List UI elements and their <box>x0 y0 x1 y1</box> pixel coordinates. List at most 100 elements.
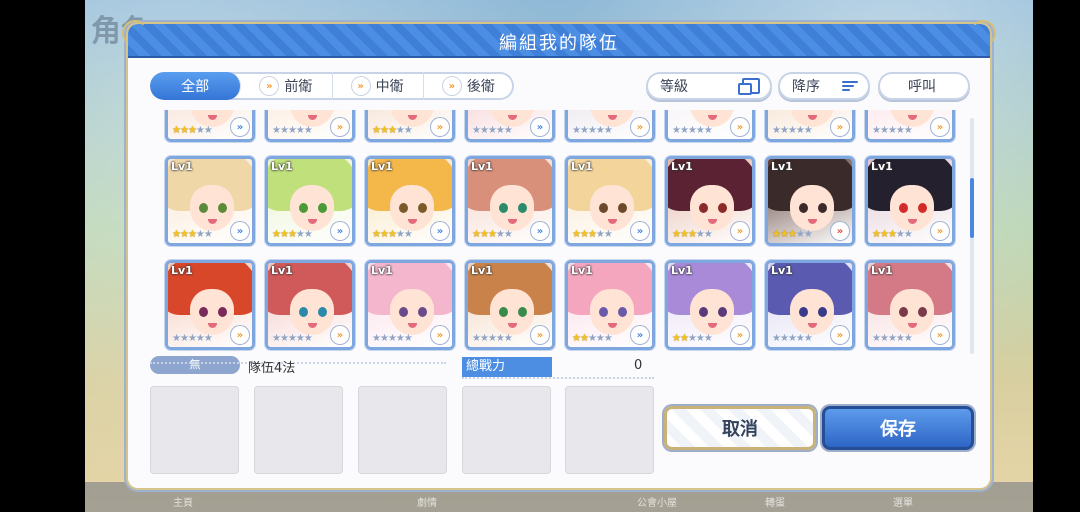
level-label: Lv1 <box>471 264 493 277</box>
portrait-eye <box>399 203 408 213</box>
position-chevron-icon: » <box>431 326 449 344</box>
background-nav-label: 主頁 <box>173 498 193 509</box>
character-card[interactable]: Lv1 ★★★★★ » <box>165 156 255 246</box>
level-label: Lv1 <box>671 160 693 173</box>
team-type-badge: 無 <box>150 356 240 374</box>
star-rating: ★★★★★ <box>472 333 513 344</box>
position-chevron-icon: » <box>931 222 949 240</box>
position-chevron-icon: » <box>731 326 749 344</box>
star-rating: ★★★★★ <box>372 333 413 344</box>
character-card[interactable]: ★★★★★ » <box>165 110 255 142</box>
level-label: Lv1 <box>171 264 193 277</box>
portrait-eye <box>299 307 308 317</box>
tab-back[interactable]: » 後衛 <box>424 72 514 100</box>
portrait-eye <box>699 307 708 317</box>
level-label: Lv1 <box>171 160 193 173</box>
star-rating: ★★★★★ <box>472 229 513 240</box>
sort-order-button[interactable]: 降序 <box>778 72 870 100</box>
character-card[interactable]: ★★★★★ » <box>665 110 755 142</box>
character-card[interactable]: Lv1 ★★★★★ » <box>765 260 855 350</box>
character-card[interactable]: Lv1 ★★★★★ » <box>665 156 755 246</box>
level-label: Lv1 <box>271 160 293 173</box>
portrait-face <box>390 185 434 231</box>
level-label: Lv1 <box>671 264 693 277</box>
portrait-eye <box>599 203 608 213</box>
star-rating: ★★★★★ <box>872 125 913 136</box>
position-chevron-icon: » <box>631 118 649 136</box>
tab-middle[interactable]: » 中衛 <box>333 72 424 100</box>
position-chevron-icon: » <box>531 118 549 136</box>
cancel-button[interactable]: 取消 <box>664 406 816 450</box>
character-card[interactable]: ★★★★★ » <box>565 110 655 142</box>
position-chevron-icon: » <box>831 118 849 136</box>
character-grid: ★★★★★ » ★★★★★ » ★★★★★ » ★★★★★ » ★★★★★ » ★★★★★ » ★★★★… <box>138 110 980 352</box>
portrait-eye <box>799 307 808 317</box>
character-card[interactable]: Lv1 ★★★★★ » <box>165 260 255 350</box>
portrait-eye <box>518 307 527 317</box>
position-chevron-icon: » <box>631 222 649 240</box>
tab-label: 前衛 <box>284 79 313 95</box>
character-card[interactable]: ★★★★★ » <box>365 110 455 142</box>
portrait-eye <box>399 307 408 317</box>
team-slot-1[interactable] <box>150 386 239 474</box>
scrollbar-thumb[interactable] <box>970 178 974 238</box>
star-rating: ★★★★★ <box>572 125 613 136</box>
star-rating: ★★★★★ <box>672 229 713 240</box>
tab-front[interactable]: » 前衛 <box>241 72 333 100</box>
character-card[interactable]: Lv1 ★★★★★ » <box>865 260 955 350</box>
portrait-face <box>690 185 734 231</box>
position-chevron-icon: » <box>331 222 349 240</box>
character-card[interactable]: Lv1 ★★★★★ » <box>265 260 355 350</box>
star-rating: ★★★★★ <box>172 229 213 240</box>
character-card[interactable]: ★★★★★ » <box>865 110 955 142</box>
portrait-eye <box>818 307 827 317</box>
portrait-face <box>890 289 934 335</box>
character-card[interactable]: Lv1 ★★★★★ » <box>565 156 655 246</box>
portrait-eye <box>599 307 608 317</box>
portrait-eye <box>418 203 427 213</box>
character-card[interactable]: Lv1 ★★★★★ » <box>365 156 455 246</box>
team-slot-5[interactable] <box>565 386 654 474</box>
star-rating: ★★★★★ <box>772 229 813 240</box>
portrait-eye <box>418 307 427 317</box>
portrait-face <box>590 185 634 231</box>
character-card[interactable]: Lv1 ★★★★★ » <box>265 156 355 246</box>
tab-all[interactable]: 全部 <box>150 72 242 100</box>
position-chevron-icon: » <box>831 326 849 344</box>
team-slot-3[interactable] <box>358 386 447 474</box>
save-button[interactable]: 保存 <box>822 406 974 450</box>
character-card[interactable]: Lv1 ★★★★★ » <box>465 260 555 350</box>
level-label: Lv1 <box>871 264 893 277</box>
team-name[interactable]: 隊伍4法 <box>248 357 295 376</box>
character-card[interactable]: Lv1 ★★★★★ » <box>365 260 455 350</box>
character-card[interactable]: Lv1 ★★★★★ » <box>665 260 755 350</box>
character-card[interactable]: ★★★★★ » <box>765 110 855 142</box>
character-card[interactable]: Lv1 ★★★★★ » <box>565 260 655 350</box>
sort-by-level-button[interactable]: 等級 <box>646 72 772 100</box>
chevron-right-icon: » <box>442 77 461 95</box>
grid-scrollbar[interactable] <box>970 118 974 354</box>
character-card[interactable]: Lv1 ★★★★★ » <box>765 156 855 246</box>
background-nav-label: 公會小屋 <box>637 498 677 509</box>
portrait-face <box>190 289 234 335</box>
portrait-face <box>890 185 934 231</box>
level-label: Lv1 <box>271 264 293 277</box>
position-chevron-icon: » <box>531 222 549 240</box>
call-button[interactable]: 呼叫 <box>878 72 970 100</box>
character-card[interactable]: Lv1 ★★★★★ » <box>465 156 555 246</box>
window-icon <box>738 78 760 95</box>
level-label: Lv1 <box>371 264 393 277</box>
team-slot-2[interactable] <box>254 386 343 474</box>
character-card[interactable]: ★★★★★ » <box>465 110 555 142</box>
star-rating: ★★★★★ <box>572 229 613 240</box>
portrait-face <box>490 185 534 231</box>
team-slot-4[interactable] <box>462 386 551 474</box>
background-nav-label: 選單 <box>893 498 913 509</box>
chevron-right-icon: » <box>351 77 370 95</box>
character-card[interactable]: Lv1 ★★★★★ » <box>865 156 955 246</box>
star-rating: ★★★★★ <box>772 125 813 136</box>
background-nav-label: 劇情 <box>417 498 437 509</box>
portrait-face <box>490 289 534 335</box>
portrait-eye <box>499 307 508 317</box>
character-card[interactable]: ★★★★★ » <box>265 110 355 142</box>
